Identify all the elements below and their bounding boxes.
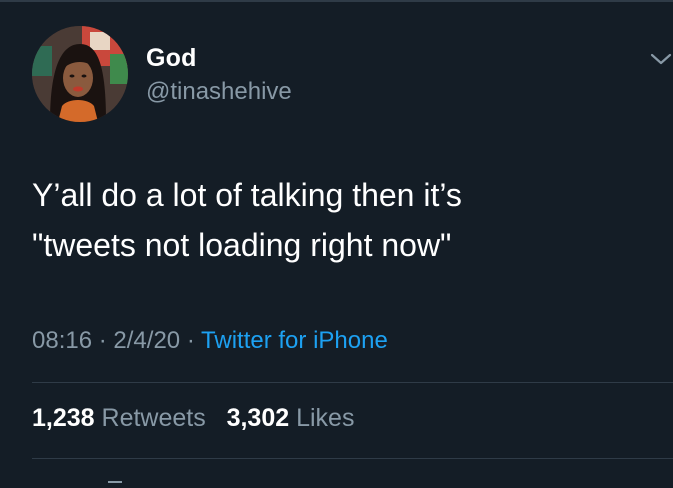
- separator: ·: [98, 327, 107, 354]
- tweet-source-link[interactable]: Twitter for iPhone: [201, 327, 388, 354]
- tweet-date[interactable]: 2/4/20: [113, 327, 180, 354]
- tweet-text: Y’all do a lot of talking then it’s "twe…: [32, 170, 652, 270]
- engagement-stats: 1,238 Retweets 3,302 Likes: [32, 404, 354, 433]
- user-handle[interactable]: @tinashehive: [146, 78, 292, 106]
- likes-count: 3,302: [226, 404, 290, 432]
- tweet-time[interactable]: 08:16: [32, 327, 92, 354]
- likes-stat[interactable]: 3,302 Likes: [227, 404, 355, 432]
- avatar-image: [32, 26, 128, 122]
- likes-label: Likes: [296, 404, 355, 432]
- avatar[interactable]: [32, 26, 128, 122]
- chevron-down-icon[interactable]: [649, 50, 673, 68]
- retweets-label: Retweets: [101, 404, 206, 432]
- divider: [32, 458, 673, 459]
- top-divider: [0, 0, 673, 2]
- action-bar-hint: [108, 481, 122, 483]
- divider: [32, 382, 673, 383]
- separator: ·: [186, 327, 195, 354]
- display-name[interactable]: God: [146, 44, 197, 73]
- retweets-stat[interactable]: 1,238 Retweets: [32, 404, 206, 432]
- retweets-count: 1,238: [32, 404, 95, 432]
- tweet-text-line: Y’all do a lot of talking then it’s: [32, 177, 462, 213]
- tweet-text-line: "tweets not loading right now": [32, 227, 452, 263]
- tweet-metadata: 08:16 · 2/4/20 · Twitter for iPhone: [32, 327, 388, 355]
